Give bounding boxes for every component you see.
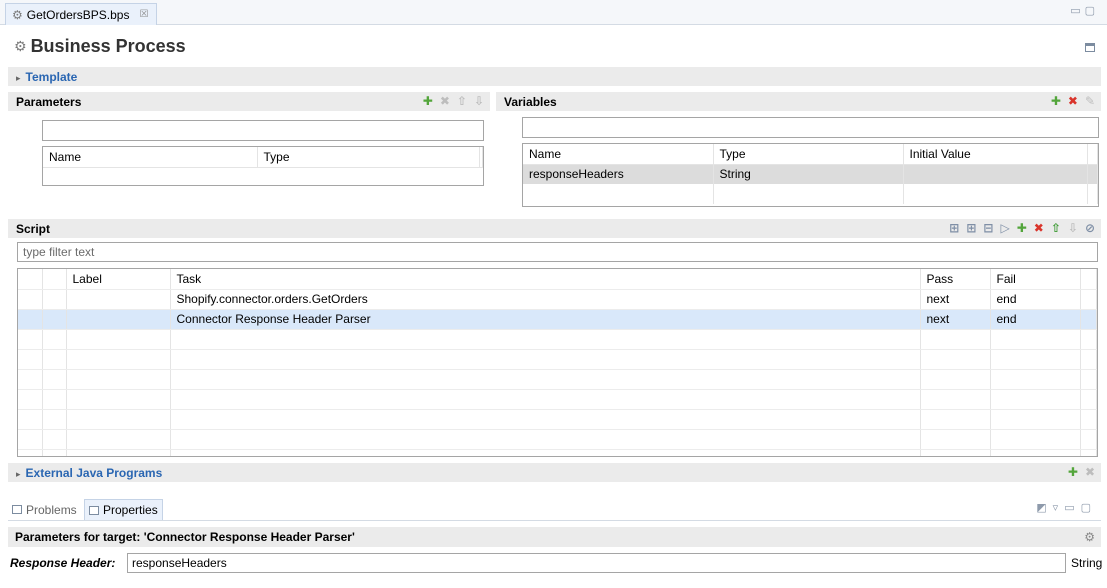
table-row[interactable] <box>18 409 1097 430</box>
problems-icon <box>12 505 22 514</box>
panel-controls[interactable]: ◩▿▭▢ <box>1036 501 1097 514</box>
external-java-section-header[interactable]: ▸ External Java Programs ✚ ✖ <box>8 463 1101 482</box>
tab-problems-label: Problems <box>26 502 77 517</box>
step-pass-cell[interactable]: next <box>920 309 991 330</box>
move-step-up-icon[interactable]: ⇧ <box>1051 221 1061 235</box>
editor-tab-strip <box>0 0 1107 25</box>
bps-file-icon: ⚙ <box>12 7 23 22</box>
collapse-all-icon[interactable]: ⊟ <box>983 221 993 235</box>
step-label-cell[interactable] <box>66 309 171 330</box>
close-tab-icon[interactable]: ☒ <box>139 9 148 20</box>
column-header-pass[interactable]: Pass <box>920 269 991 290</box>
column-header-label[interactable]: Label <box>66 269 171 290</box>
parameters-filter-input[interactable] <box>42 120 484 141</box>
column-header-initial-value[interactable]: Initial Value <box>903 144 1088 165</box>
remove-step-icon[interactable]: ✖ <box>1034 221 1044 235</box>
remove-parameter-icon[interactable]: ✖ <box>440 94 450 108</box>
column-header-type[interactable]: Type <box>713 144 904 165</box>
move-up-icon[interactable]: ⇧ <box>457 94 467 108</box>
table-row[interactable] <box>18 389 1097 410</box>
table-row[interactable] <box>18 349 1097 370</box>
tab-problems[interactable]: Problems <box>8 499 81 520</box>
target-parameters-header: Parameters for target: 'Connector Respon… <box>8 527 1101 547</box>
tab-properties[interactable]: Properties <box>84 499 163 520</box>
table-row[interactable]: responseHeaders String <box>523 164 1098 184</box>
minimize-icon[interactable]: ▭ <box>1070 5 1084 17</box>
table-row[interactable] <box>523 184 1098 204</box>
column-header-name[interactable]: Name <box>523 144 714 165</box>
pin-icon[interactable]: ◩ <box>1036 502 1052 514</box>
column-header-task[interactable]: Task <box>170 269 921 290</box>
bottom-panel-tabs: Problems Properties ◩▿▭▢ <box>8 497 1101 521</box>
target-parameters-title: Parameters for target: 'Connector Respon… <box>15 530 355 544</box>
table-row[interactable]: Connector Response Header Parser next en… <box>18 309 1097 330</box>
disable-step-icon[interactable]: ⊘ <box>1085 221 1095 235</box>
maximize-icon[interactable]: ▢ <box>1085 5 1099 17</box>
response-header-type: String <box>1071 556 1103 570</box>
move-down-icon[interactable]: ⇩ <box>474 94 484 108</box>
script-table[interactable]: Label Task Pass Fail Shopify.connector.o… <box>17 268 1098 457</box>
business-process-icon: ⚙ <box>14 38 27 54</box>
expand-all-icon[interactable]: ⊞ <box>966 221 976 235</box>
variables-filter-input[interactable] <box>522 117 1099 138</box>
table-row[interactable] <box>18 429 1097 450</box>
tree-view-icon[interactable]: ⊞ <box>949 221 959 235</box>
add-java-program-icon[interactable]: ✚ <box>1068 465 1078 479</box>
table-row[interactable] <box>18 369 1097 390</box>
add-parameter-icon[interactable]: ✚ <box>423 94 433 108</box>
variables-table[interactable]: Name Type Initial Value responseHeaders … <box>522 143 1099 207</box>
properties-icon <box>89 505 99 515</box>
form-menu-icon[interactable] <box>1085 43 1095 52</box>
edit-variable-icon[interactable]: ✎ <box>1085 94 1095 108</box>
table-row[interactable] <box>18 329 1097 350</box>
variable-initial-cell[interactable] <box>903 164 1088 184</box>
minimize-icon[interactable]: ▭ <box>1064 502 1080 514</box>
open-folder-icon[interactable]: ▷ <box>1000 221 1009 235</box>
step-fail-cell[interactable]: end <box>990 289 1081 310</box>
remove-java-program-icon[interactable]: ✖ <box>1085 465 1095 479</box>
move-step-down-icon[interactable]: ⇩ <box>1068 221 1078 235</box>
remove-variable-icon[interactable]: ✖ <box>1068 94 1078 108</box>
script-label: Script <box>16 221 51 236</box>
external-java-label[interactable]: External Java Programs <box>26 466 163 480</box>
column-header-fail[interactable]: Fail <box>990 269 1081 290</box>
add-variable-icon[interactable]: ✚ <box>1051 94 1061 108</box>
script-section-header: Script ⊞ ⊞ ⊟ ▷ ✚ ✖ ⇧ ⇩ ⊘ <box>8 219 1101 238</box>
parameters-table[interactable]: Name Type <box>42 146 484 186</box>
column-header-name[interactable]: Name <box>43 147 258 168</box>
column-header-type[interactable]: Type <box>257 147 480 168</box>
view-menu-icon[interactable]: ▿ <box>1053 502 1065 514</box>
table-row[interactable] <box>18 449 1097 456</box>
step-task-cell[interactable]: Connector Response Header Parser <box>170 309 921 330</box>
gear-icon: ⚙ <box>1084 530 1095 544</box>
page-title-text: Business Process <box>30 36 186 56</box>
step-fail-cell[interactable]: end <box>990 309 1081 330</box>
table-row[interactable]: Shopify.connector.orders.GetOrders next … <box>18 289 1097 310</box>
expand-caret-icon[interactable]: ▸ <box>16 469 21 479</box>
parameters-section-header: Parameters ✚ ✖ ⇧ ⇩ <box>8 92 490 111</box>
page-title: ⚙ Business Process <box>14 36 186 57</box>
variable-type-cell[interactable]: String <box>713 164 904 184</box>
response-header-input[interactable]: responseHeaders <box>127 553 1066 573</box>
expand-caret-icon[interactable]: ▸ <box>16 73 21 83</box>
step-pass-cell[interactable]: next <box>920 289 991 310</box>
step-label-cell[interactable] <box>66 289 171 310</box>
maximize-icon[interactable]: ▢ <box>1081 502 1097 514</box>
variables-section-header: Variables ✚ ✖ ✎ <box>496 92 1101 111</box>
window-controls[interactable]: ▭▢ <box>1070 4 1099 17</box>
variables-label: Variables <box>504 94 557 109</box>
step-task-cell[interactable]: Shopify.connector.orders.GetOrders <box>170 289 921 310</box>
editor-tab-title: GetOrdersBPS.bps <box>26 7 130 22</box>
editor-tab[interactable]: ⚙ GetOrdersBPS.bps ☒ <box>5 3 158 25</box>
variable-name-cell[interactable]: responseHeaders <box>523 164 714 184</box>
tab-properties-label: Properties <box>103 503 158 517</box>
script-filter-input[interactable]: type filter text <box>17 242 1098 262</box>
parameters-label: Parameters <box>16 94 82 109</box>
response-header-label: Response Header: <box>10 556 116 570</box>
add-step-icon[interactable]: ✚ <box>1017 221 1027 235</box>
template-section-header[interactable]: ▸ Template <box>8 67 1101 86</box>
template-label[interactable]: Template <box>26 70 78 84</box>
